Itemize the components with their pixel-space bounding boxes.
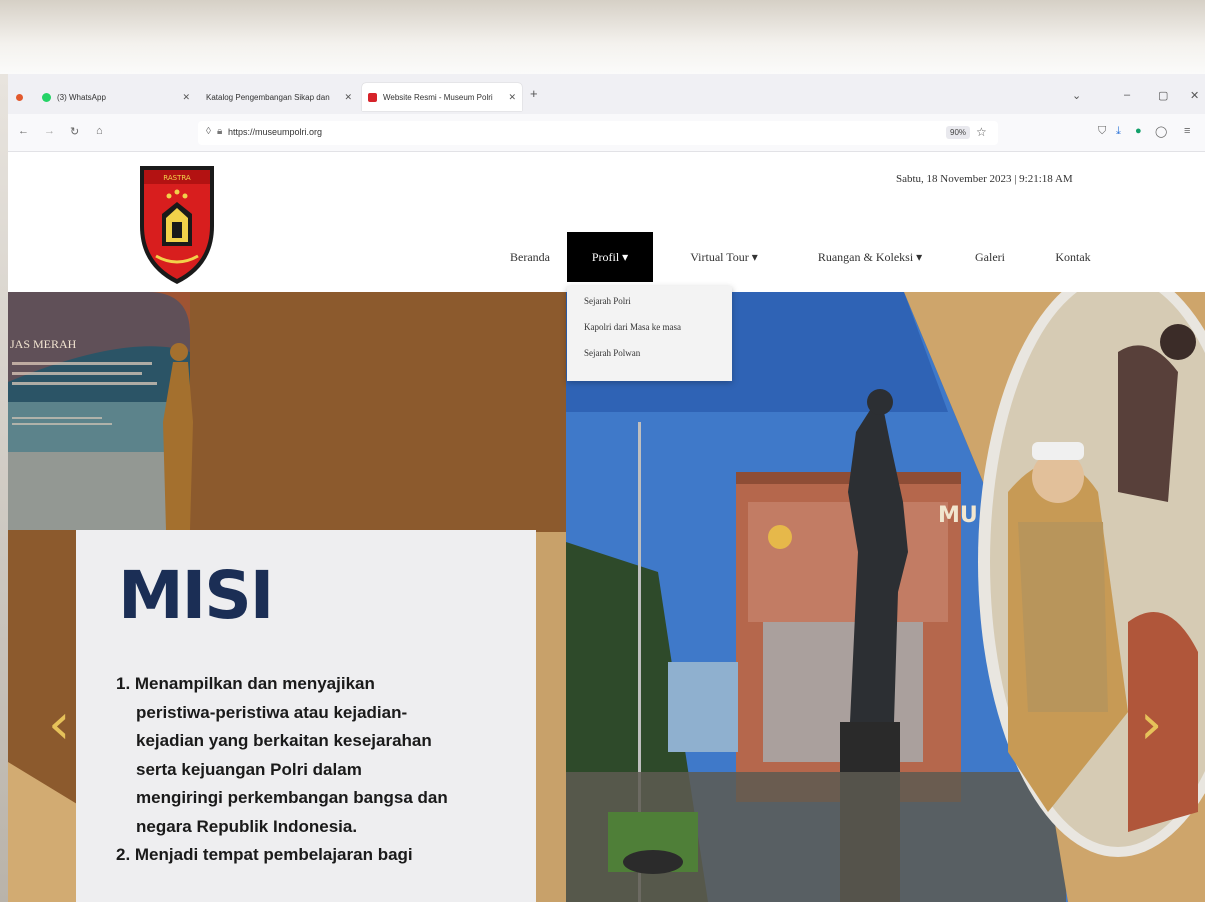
home-icon[interactable]: ⌂ xyxy=(96,125,103,137)
tab-whatsapp[interactable]: (3) WhatsApp ✕ xyxy=(36,83,196,111)
misi-line: kejadian yang berkaitan kesejarahan xyxy=(136,731,432,750)
menu-virtual-tour[interactable]: Virtual Tour ▾ xyxy=(668,232,780,282)
close-tab-icon[interactable]: ✕ xyxy=(182,92,190,103)
menu-beranda[interactable]: Beranda xyxy=(491,232,569,282)
photo-top-blur xyxy=(0,0,1205,74)
close-window-icon[interactable]: ✕ xyxy=(1190,89,1199,102)
shield-icon[interactable]: ◊ xyxy=(206,126,211,137)
misi-line: negara Republik Indonesia. xyxy=(136,816,358,836)
building-text: MU xyxy=(938,503,978,528)
misi-line: peristiwa-peristiwa atau kejadian- xyxy=(136,702,408,722)
back-icon[interactable]: ← xyxy=(18,125,29,137)
misi-line: serta kejuangan Polri dalam xyxy=(136,759,362,779)
misi-line: 1. Menampilkan dan menyajikan xyxy=(116,674,375,693)
close-tab-icon[interactable]: ✕ xyxy=(344,92,352,103)
extension-icon[interactable]: ● xyxy=(1135,125,1142,137)
hero-slider: JAS MERAH MU MISI 1. Menampilkan dan men… xyxy=(8,292,1205,902)
next-slide-chevron-icon[interactable]: › xyxy=(1140,692,1162,757)
menu-profil[interactable]: Profil ▾ xyxy=(567,232,653,282)
zoom-level[interactable]: 90% xyxy=(946,126,971,139)
new-tab-button[interactable]: + xyxy=(530,86,538,101)
site-header: RASTRA Sabtu, 18 November 2023 | 9:21:18… xyxy=(8,152,1205,292)
svg-text:RASTRA: RASTRA xyxy=(163,174,191,182)
misi-list: 1. Menampilkan dan menyajikan peristiwa-… xyxy=(116,670,496,870)
menu-ruangan-koleksi[interactable]: Ruangan & Koleksi ▾ xyxy=(794,232,946,282)
browser-window: (3) WhatsApp ✕ Katalog Pengembangan Sika… xyxy=(8,74,1205,902)
forward-icon[interactable]: → xyxy=(44,125,55,137)
shield-icon[interactable]: ⛉ xyxy=(1098,125,1106,138)
polri-logo[interactable]: RASTRA xyxy=(136,156,218,286)
tab-bar: (3) WhatsApp ✕ Katalog Pengembangan Sika… xyxy=(8,74,1205,114)
misi-line: 2. Menjadi tempat pembelajaran bagi xyxy=(116,845,413,864)
download-icon[interactable]: ⤓ xyxy=(1116,125,1121,138)
menu-galeri[interactable]: Galeri xyxy=(960,232,1020,282)
prev-slide-chevron-icon[interactable]: ‹ xyxy=(48,692,70,757)
poster-title: JAS MERAH xyxy=(10,337,77,351)
url-text[interactable]: https://museumpolri.org xyxy=(228,127,322,137)
museum-favicon xyxy=(368,92,377,102)
lock-icon[interactable]: 🔒︎ xyxy=(217,126,222,137)
tab-katalog[interactable]: Katalog Pengembangan Sikap dan ✕ xyxy=(198,83,358,111)
menu-kontak[interactable]: Kontak xyxy=(1038,232,1108,282)
tab-label: Katalog Pengembangan Sikap dan xyxy=(206,92,330,102)
account-icon[interactable]: ◯ xyxy=(1155,125,1167,138)
address-bar[interactable]: ◊ 🔒︎ https://museumpolri.org 90% ☆ xyxy=(198,121,998,145)
bookmark-star-icon[interactable]: ☆ xyxy=(976,125,987,139)
tab-label: (3) WhatsApp xyxy=(57,92,106,102)
minimize-icon[interactable]: – xyxy=(1124,89,1130,101)
dropdown-item-sejarah-polwan[interactable]: Sejarah Polwan xyxy=(584,348,640,358)
firefox-view-icon[interactable] xyxy=(16,94,23,101)
close-tab-icon[interactable]: ✕ xyxy=(508,92,516,103)
menu-hamburger-icon[interactable]: ≡ xyxy=(1184,125,1190,137)
dropdown-item-kapolri[interactable]: Kapolri dari Masa ke masa xyxy=(584,322,681,332)
dropdown-item-sejarah-polri[interactable]: Sejarah Polri xyxy=(584,296,631,306)
misi-title: MISI xyxy=(118,557,274,634)
profil-dropdown: Sejarah Polri Kapolri dari Masa ke masa … xyxy=(567,286,732,381)
tab-label: Website Resmi - Museum Polri xyxy=(383,92,493,102)
navigation-bar: ← → ↻ ⌂ ◊ 🔒︎ https://museumpolri.org 90%… xyxy=(8,114,1205,152)
current-datetime: Sabtu, 18 November 2023 | 9:21:18 AM xyxy=(896,173,1073,185)
whatsapp-icon xyxy=(42,92,51,102)
reload-icon[interactable]: ↻ xyxy=(70,125,79,138)
misi-line: mengiringi perkembangan bangsa dan xyxy=(136,788,448,807)
tab-list-chevron-icon[interactable]: ⌄ xyxy=(1072,89,1081,102)
maximize-icon[interactable]: ▢ xyxy=(1158,89,1168,102)
tab-museum-polri[interactable]: Website Resmi - Museum Polri ✕ xyxy=(362,83,522,111)
